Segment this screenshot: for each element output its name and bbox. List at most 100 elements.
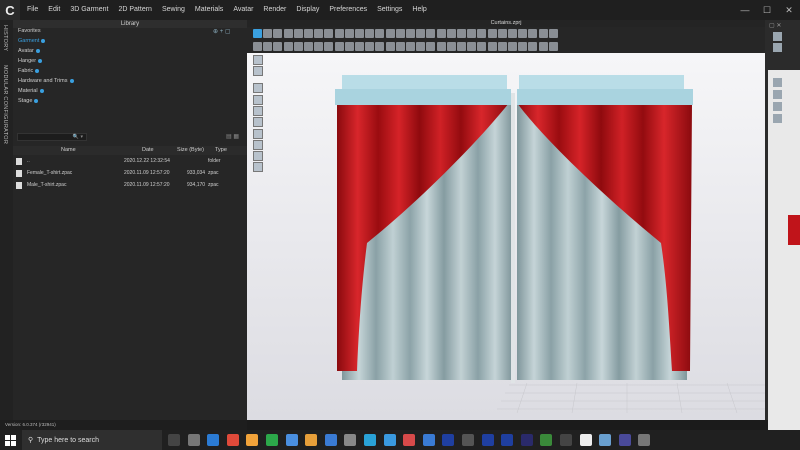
taskbar-app-icon[interactable]	[462, 434, 474, 446]
taskbar-app-icon[interactable]	[207, 434, 220, 446]
toolbar-tool-icon[interactable]	[538, 29, 548, 38]
taskbar-app-icon[interactable]	[540, 434, 553, 446]
menu-edit[interactable]: Edit	[43, 0, 65, 20]
toolbar-tool-icon[interactable]	[497, 42, 507, 51]
pattern-tool-icon[interactable]	[773, 32, 782, 41]
toolbar-tool-icon[interactable]	[263, 29, 273, 38]
taskbar-app-icon[interactable]	[383, 434, 396, 446]
toolbar-tool-icon[interactable]	[365, 29, 375, 38]
toolbar-tool-icon[interactable]	[365, 42, 375, 51]
pattern-piece[interactable]	[788, 215, 800, 245]
tab-history[interactable]: HISTORY	[2, 25, 8, 51]
file-row[interactable]: .. 2020.12.22 12:32:54 folder	[13, 156, 247, 167]
start-button[interactable]	[0, 430, 20, 450]
close-button[interactable]: ✕	[778, 0, 800, 20]
toolbar-tool-icon[interactable]	[426, 29, 436, 38]
toolbar-tool-icon[interactable]	[385, 42, 395, 51]
col-size[interactable]: Size (Byte)	[177, 146, 204, 155]
library-item-fabric[interactable]: Fabric	[18, 68, 40, 75]
menu-help[interactable]: Help	[407, 0, 431, 20]
toolbar-tool-icon[interactable]	[293, 29, 303, 38]
toolbar-tool-icon[interactable]	[395, 42, 405, 51]
taskbar-app-icon[interactable]	[618, 434, 631, 446]
toolbar-tool-icon[interactable]	[436, 29, 446, 38]
select-tool-icon[interactable]	[773, 78, 782, 87]
toolbar-tool-icon[interactable]	[304, 29, 313, 38]
taskbar-app-icon[interactable]	[246, 434, 259, 446]
toolbar-tool-icon[interactable]	[395, 29, 405, 38]
viewport-side-tool-icon[interactable]	[253, 151, 263, 161]
taskbar-app-icon[interactable]	[481, 434, 494, 446]
toolbar-tool-icon[interactable]	[518, 29, 528, 38]
library-item-hanger[interactable]: Hanger	[18, 58, 43, 65]
taskbar-app-icon[interactable]	[520, 434, 533, 446]
pattern-icon[interactable]	[773, 114, 782, 123]
2d-pattern-window[interactable]	[768, 70, 800, 435]
toolbar-tool-icon[interactable]	[416, 42, 426, 51]
toolbar-tool-icon[interactable]	[375, 42, 385, 51]
menu-3d-garment[interactable]: 3D Garment	[65, 0, 113, 20]
viewport-side-tool-icon[interactable]	[253, 140, 263, 150]
toolbar-tool-icon[interactable]	[375, 29, 385, 38]
library-item-material[interactable]: Material	[18, 88, 44, 95]
taskbar-app-icon[interactable]	[168, 434, 180, 446]
transform-tool-icon[interactable]	[773, 90, 782, 99]
taskbar-app-icon[interactable]	[364, 434, 376, 446]
library-item-avatar[interactable]: Avatar	[18, 48, 40, 55]
menu-settings[interactable]: Settings	[372, 0, 407, 20]
toolbar-tool-icon[interactable]	[314, 42, 324, 51]
minimize-button[interactable]: —	[734, 0, 756, 20]
menu-2d-pattern[interactable]: 2D Pattern	[113, 0, 156, 20]
right-panel-controls[interactable]: ▢ ✕	[769, 22, 797, 30]
toolbar-tool-icon[interactable]	[508, 42, 517, 51]
toolbar-tool-icon[interactable]	[293, 42, 303, 51]
toolbar-tool-icon[interactable]	[436, 42, 446, 51]
taskbar-app-icon[interactable]	[187, 434, 200, 446]
viewport-side-tool-icon[interactable]	[253, 95, 263, 105]
taskbar-app-icon[interactable]	[638, 434, 651, 446]
toolbar-tool-icon[interactable]	[477, 29, 487, 38]
menu-render[interactable]: Render	[258, 0, 291, 20]
toolbar-tool-icon[interactable]	[487, 42, 497, 51]
toolbar-tool-icon[interactable]	[253, 42, 262, 51]
toolbar-tool-icon[interactable]	[416, 29, 426, 38]
toolbar-tool-icon[interactable]	[385, 29, 395, 38]
toolbar-tool-icon[interactable]	[497, 29, 507, 38]
toolbar-tool-icon[interactable]	[477, 42, 487, 51]
toolbar-tool-icon[interactable]	[426, 42, 436, 51]
taskbar-app-icon[interactable]	[403, 434, 416, 446]
file-row[interactable]: Female_T-shirt.zpac 2020.11.09 12:57:20 …	[13, 168, 247, 179]
library-toolbar-icons[interactable]: ⊕ + ▢	[213, 28, 243, 35]
toolbar-tool-icon[interactable]	[508, 29, 517, 38]
viewport-side-tool-icon[interactable]	[253, 83, 263, 93]
toolbar-tool-icon[interactable]	[528, 42, 538, 51]
viewport-side-tool-icon[interactable]	[253, 162, 263, 172]
viewport-side-tool-icon[interactable]	[253, 106, 263, 116]
taskbar-search-box[interactable]: ⚲ Type here to search	[22, 430, 162, 450]
taskbar-app-icon[interactable]	[579, 434, 592, 446]
toolbar-tool-icon[interactable]	[467, 42, 477, 51]
tab-modular-configurator[interactable]: MODULAR CONFIGURATOR	[2, 65, 8, 144]
maximize-button[interactable]: ☐	[756, 0, 778, 20]
toolbar-tool-icon[interactable]	[324, 42, 334, 51]
toolbar-tool-icon[interactable]	[548, 42, 558, 51]
library-search-input[interactable]: 🔍 ▾	[17, 133, 87, 141]
toolbar-tool-icon[interactable]	[467, 29, 477, 38]
viewport-side-tool-icon[interactable]	[253, 55, 263, 65]
menu-preferences[interactable]: Preferences	[324, 0, 372, 20]
toolbar-tool-icon[interactable]	[273, 42, 283, 51]
viewport-side-tool-icon[interactable]	[253, 117, 263, 127]
toolbar-tool-icon[interactable]	[263, 42, 273, 51]
toolbar-tool-icon[interactable]	[283, 42, 293, 51]
toolbar-tool-icon[interactable]	[253, 29, 262, 38]
toolbar-tool-icon[interactable]	[518, 42, 528, 51]
taskbar-app-icon[interactable]	[599, 434, 612, 446]
toolbar-tool-icon[interactable]	[457, 29, 466, 38]
toolbar-tool-icon[interactable]	[324, 29, 334, 38]
toolbar-tool-icon[interactable]	[273, 29, 283, 38]
toolbar-tool-icon[interactable]	[344, 42, 354, 51]
toolbar-tool-icon[interactable]	[528, 29, 538, 38]
taskbar-app-icon[interactable]	[501, 434, 514, 446]
taskbar-app-icon[interactable]	[442, 434, 455, 446]
menu-materials[interactable]: Materials	[190, 0, 228, 20]
